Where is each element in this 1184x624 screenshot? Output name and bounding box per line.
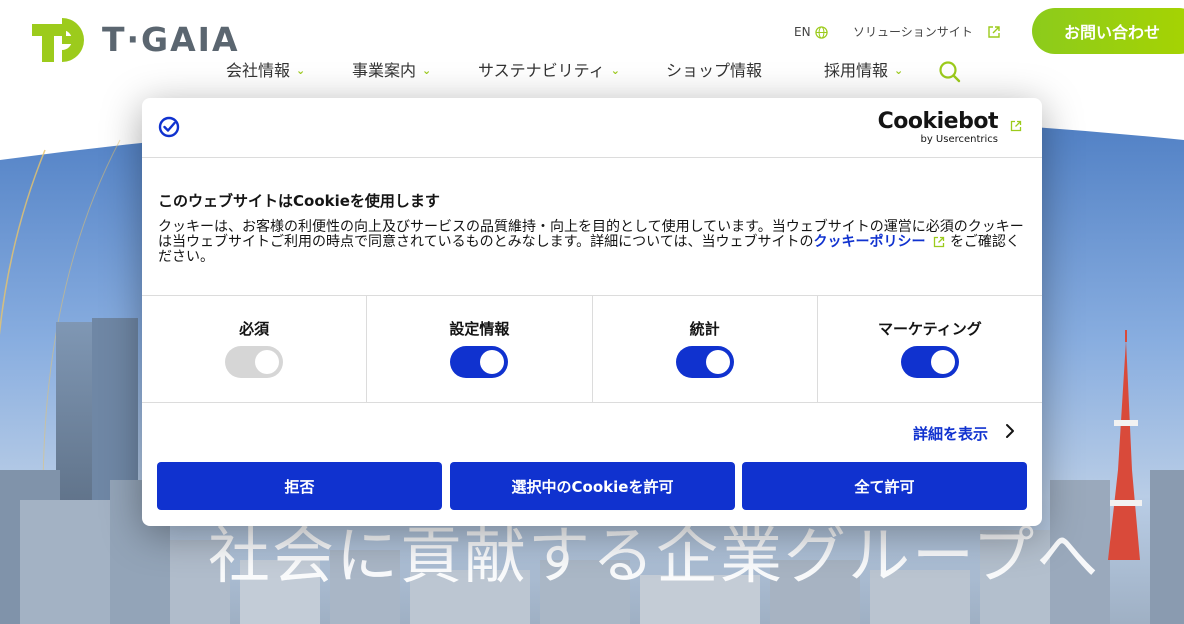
nav-item-business[interactable]: 事業案内 ⌄ bbox=[352, 58, 431, 84]
nav-item-label: サステナビリティ bbox=[478, 61, 605, 80]
tgaia-logo-mark-icon bbox=[32, 18, 84, 62]
necessary-toggle bbox=[225, 346, 284, 378]
preferences-toggle[interactable] bbox=[450, 346, 509, 378]
external-link-icon bbox=[988, 26, 1000, 38]
chevron-down-icon: ⌄ bbox=[296, 64, 306, 77]
nav-item-sustainability[interactable]: サステナビリティ ⌄ bbox=[478, 58, 620, 84]
toggle-knob bbox=[930, 350, 955, 374]
nav-item-label: 事業案内 bbox=[352, 61, 417, 80]
solution-site-label: ソリューションサイト bbox=[853, 25, 973, 39]
language-switcher[interactable]: EN bbox=[794, 22, 828, 42]
cookie-category-marketing: マーケティング bbox=[818, 296, 1042, 402]
nav-item-shop[interactable]: ショップ情報 bbox=[666, 58, 762, 84]
cookiebot-logo[interactable]: Cookiebot by Usercentrics bbox=[877, 109, 999, 146]
category-label: マーケティング bbox=[877, 320, 982, 338]
allow-all-button[interactable]: 全て許可 bbox=[742, 462, 1027, 510]
cookie-policy-link[interactable]: クッキーポリシー bbox=[813, 234, 925, 250]
hero-tagline: 社会に貢献する企業グループへ bbox=[208, 519, 1101, 592]
marketing-toggle[interactable] bbox=[900, 346, 959, 378]
category-label: 必須 bbox=[239, 320, 270, 338]
cookie-dialog-body: クッキーは、お客様の利便性の向上及びサービスの品質維持・向上を目的として使用して… bbox=[158, 220, 1026, 265]
chevron-down-icon: ⌄ bbox=[610, 64, 620, 77]
logo-wordmark: T·GAIA bbox=[102, 20, 240, 59]
language-label: EN bbox=[794, 25, 811, 39]
cookiebot-check-icon bbox=[158, 116, 180, 138]
nav-item-label: 会社情報 bbox=[226, 61, 291, 80]
statistics-toggle[interactable] bbox=[675, 346, 734, 378]
show-details-link[interactable]: 詳細を表示 bbox=[913, 423, 988, 444]
cookiebot-brand-sub: by Usercentrics bbox=[920, 134, 998, 145]
cookiebot-brand: Cookiebot bbox=[877, 109, 999, 134]
nav-item-company[interactable]: 会社情報 ⌄ bbox=[226, 58, 305, 84]
cookie-category-statistics: 統計 bbox=[593, 296, 818, 402]
cookie-dialog-header: Cookiebot by Usercentrics bbox=[142, 98, 1042, 158]
cookie-category-toggles: 必須 設定情報 統計 マーケティング bbox=[142, 295, 1042, 403]
search-icon[interactable] bbox=[938, 60, 962, 84]
toggle-knob bbox=[255, 350, 280, 374]
toggle-knob bbox=[480, 350, 505, 374]
contact-button[interactable]: お問い合わせ bbox=[1032, 8, 1184, 54]
site-header: T·GAIA EN ソリューションサイト お問い合わせ 会社情報 ⌄ 事業案内 … bbox=[0, 0, 1184, 95]
chevron-down-icon: ⌄ bbox=[894, 64, 904, 77]
cookie-consent-dialog: Cookiebot by Usercentrics このウェブサイトはCooki… bbox=[142, 98, 1042, 526]
nav-item-recruit[interactable]: 採用情報 ⌄ bbox=[824, 58, 903, 84]
solution-site-link[interactable]: ソリューションサイト bbox=[853, 22, 1001, 42]
chevron-right-icon[interactable] bbox=[1004, 422, 1016, 440]
globe-icon bbox=[814, 25, 828, 39]
nav-item-label: 採用情報 bbox=[824, 61, 889, 80]
external-link-icon bbox=[1010, 120, 1022, 132]
cookie-dialog-title: このウェブサイトはCookieを使用します bbox=[158, 192, 440, 210]
deny-button[interactable]: 拒否 bbox=[157, 462, 442, 510]
chevron-down-icon: ⌄ bbox=[422, 64, 432, 77]
allow-selection-button[interactable]: 選択中のCookieを許可 bbox=[450, 462, 735, 510]
toggle-knob bbox=[705, 350, 730, 374]
cookie-category-necessary: 必須 bbox=[142, 296, 368, 402]
category-label: 設定情報 bbox=[449, 320, 510, 338]
external-link-icon bbox=[934, 236, 945, 248]
category-label: 統計 bbox=[689, 320, 720, 338]
cookie-category-preferences: 設定情報 bbox=[367, 296, 593, 402]
nav-item-label: ショップ情報 bbox=[666, 61, 763, 80]
